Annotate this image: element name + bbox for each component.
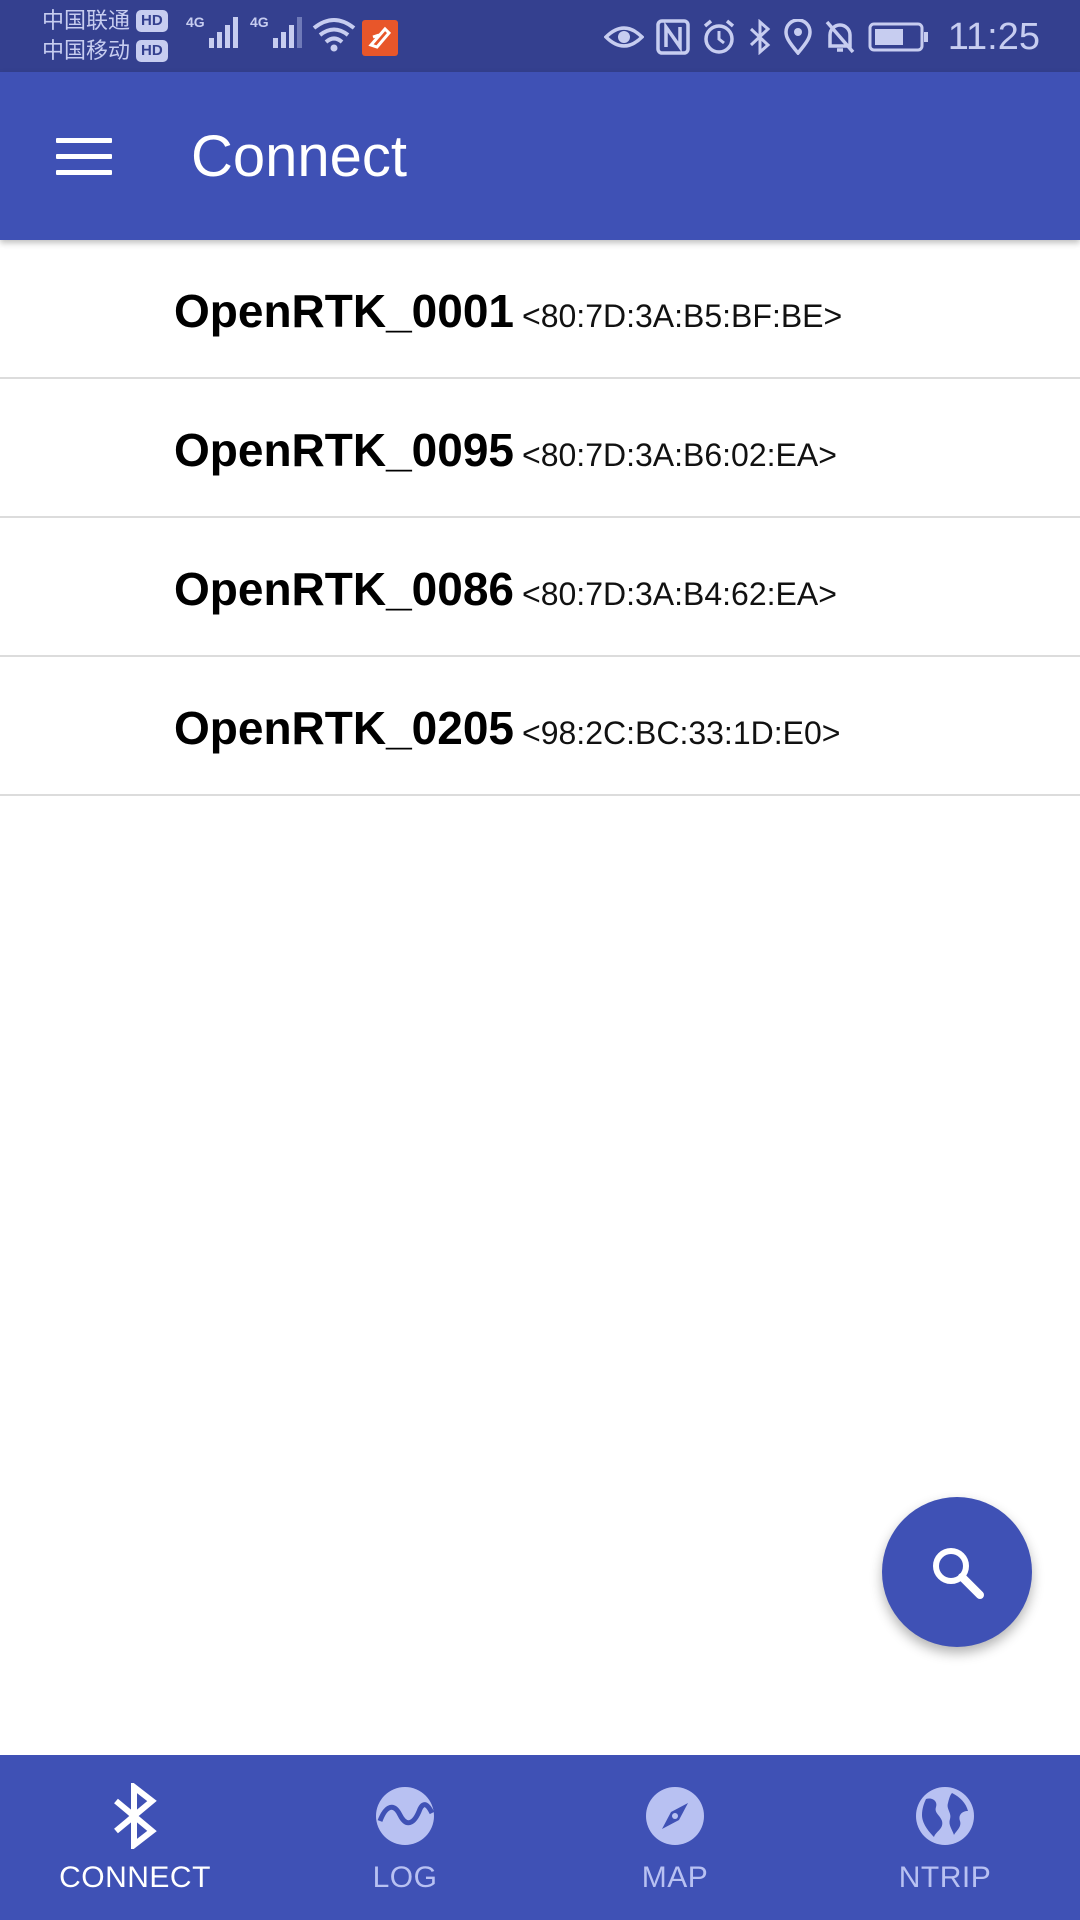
device-address: <98:2C:BC:33:1D:E0>	[522, 715, 841, 751]
signal-strength-icon-2: 4G	[250, 14, 307, 48]
alarm-icon	[703, 19, 734, 54]
app-notification-icon	[362, 20, 398, 56]
carrier-info: 中国联通 HD 中国移动 HD	[42, 6, 168, 66]
nav-label-map: MAP	[641, 1861, 709, 1894]
device-address: <80:7D:3A:B6:02:EA>	[522, 437, 837, 473]
status-time: 11:25	[947, 15, 1040, 58]
device-address: <80:7D:3A:B5:BF:BE>	[522, 298, 843, 334]
nav-label-connect: CONNECT	[59, 1861, 211, 1894]
device-list-item[interactable]: OpenRTK_0205 <98:2C:BC:33:1D:E0>	[0, 657, 1080, 796]
device-list-item[interactable]: OpenRTK_0095 <80:7D:3A:B6:02:EA>	[0, 379, 1080, 518]
app-bar: Connect	[0, 72, 1080, 240]
location-icon	[783, 19, 812, 55]
nav-tab-map[interactable]: MAP	[540, 1755, 810, 1920]
status-bar: 中国联通 HD 中国移动 HD 4G 4G 11:25	[0, 0, 1080, 72]
device-list-item[interactable]: OpenRTK_0001 <80:7D:3A:B5:BF:BE>	[0, 240, 1080, 379]
hd-badge-2: HD	[136, 40, 168, 62]
device-name: OpenRTK_0001	[174, 285, 515, 337]
scan-search-button[interactable]	[882, 1497, 1032, 1647]
page-title: Connect	[191, 124, 408, 189]
bottom-navigation: CONNECT LOG MAP NTRIP	[0, 1755, 1080, 1920]
eye-icon	[603, 26, 644, 48]
nav-tab-ntrip[interactable]: NTRIP	[810, 1755, 1080, 1920]
notifications-off-icon	[825, 20, 855, 54]
carrier-name-1: 中国联通	[42, 8, 131, 33]
device-name: OpenRTK_0205	[174, 702, 515, 754]
search-icon	[933, 1548, 984, 1599]
nav-tab-connect[interactable]: CONNECT	[0, 1755, 270, 1920]
compass-icon	[646, 1787, 704, 1845]
status-icons: 11:25	[603, 14, 1040, 60]
nav-tab-log[interactable]: LOG	[270, 1755, 540, 1920]
bluetooth-icon	[114, 1783, 157, 1849]
signal-strength-icon-1: 4G	[186, 14, 243, 48]
device-list-item[interactable]: OpenRTK_0086 <80:7D:3A:B4:62:EA>	[0, 518, 1080, 657]
nav-label-log: LOG	[372, 1861, 438, 1894]
device-address: <80:7D:3A:B4:62:EA>	[522, 576, 837, 612]
nav-label-ntrip: NTRIP	[898, 1861, 992, 1894]
hd-badge-1: HD	[136, 10, 168, 32]
device-list: OpenRTK_0001 <80:7D:3A:B5:BF:BE> OpenRTK_…	[0, 240, 1080, 796]
globe-icon	[916, 1787, 974, 1845]
battery-icon	[868, 22, 928, 52]
hamburger-menu-icon[interactable]	[56, 138, 112, 176]
device-name: OpenRTK_0095	[174, 424, 515, 476]
wave-chart-icon	[376, 1787, 435, 1845]
device-name: OpenRTK_0086	[174, 563, 515, 615]
carrier-name-2: 中国移动	[42, 38, 131, 63]
wifi-icon	[312, 18, 356, 52]
bluetooth-status-icon	[749, 19, 770, 55]
nfc-icon	[655, 19, 690, 55]
